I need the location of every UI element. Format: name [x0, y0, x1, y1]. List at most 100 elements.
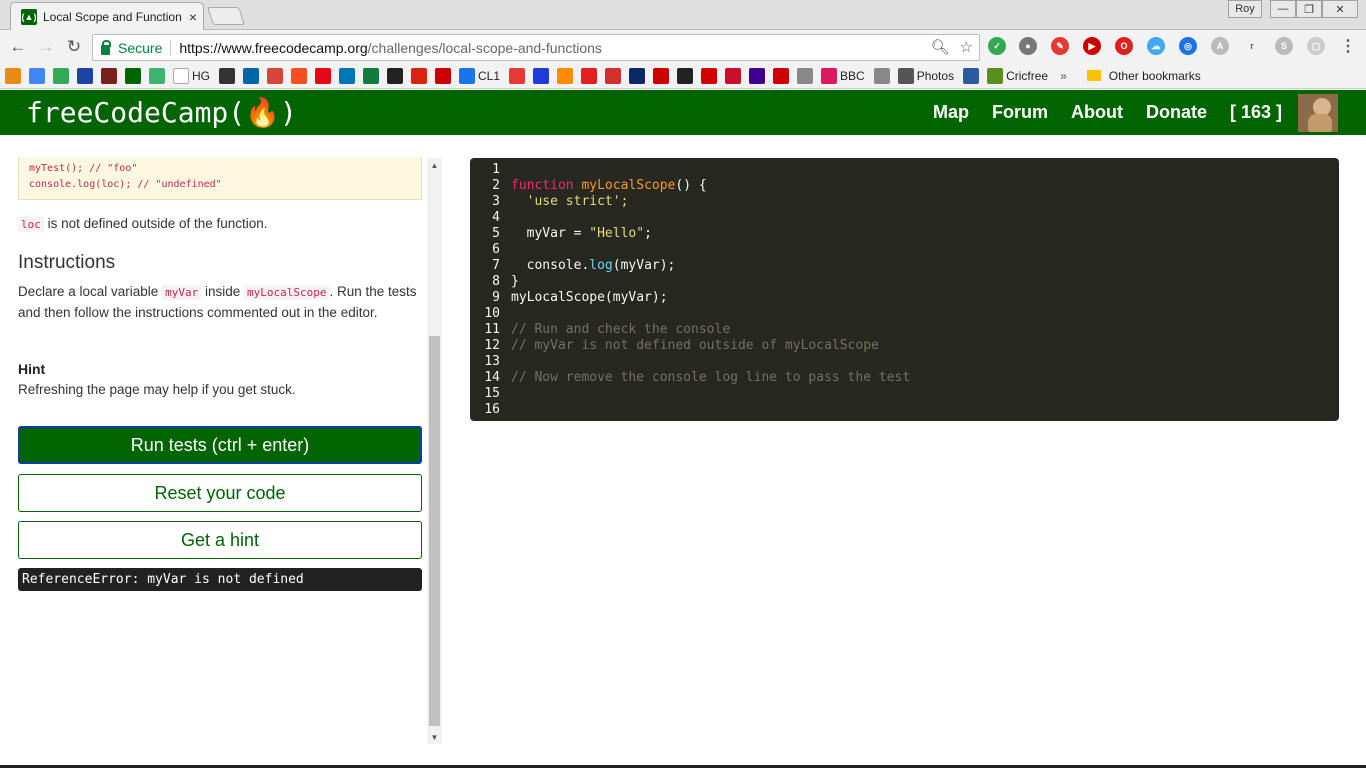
- fcc-logo[interactable]: freeCodeCamp(🔥): [26, 96, 297, 129]
- bookmarks-more-icon[interactable]: »: [1060, 69, 1067, 83]
- lock-icon: [101, 39, 111, 55]
- bookmark-item[interactable]: [339, 66, 358, 86]
- bookmark-item[interactable]: [509, 66, 528, 86]
- extension-shield-icon[interactable]: ✓: [988, 37, 1006, 55]
- bookmark-item[interactable]: CL1: [459, 66, 504, 86]
- bookmark-favicon-icon: [653, 67, 670, 84]
- back-arrow-icon[interactable]: ←: [5, 34, 31, 60]
- bookmark-item[interactable]: [435, 66, 454, 86]
- bookmark-star-icon[interactable]: ☆: [960, 38, 973, 56]
- new-tab-button[interactable]: [207, 7, 245, 25]
- bookmark-item[interactable]: [5, 66, 24, 86]
- extension-r-icon[interactable]: r: [1243, 37, 1261, 55]
- line-number: 4: [492, 210, 500, 225]
- bookmark-item[interactable]: Photos: [897, 66, 958, 86]
- bookmark-item[interactable]: [101, 66, 120, 86]
- bookmark-item[interactable]: [653, 66, 672, 86]
- extension-skype-icon[interactable]: S: [1275, 37, 1293, 55]
- get-hint-button[interactable]: Get a hint: [18, 521, 422, 559]
- bookmark-item[interactable]: [53, 66, 72, 86]
- line-number: 2: [492, 178, 500, 193]
- scroll-down-icon[interactable]: ▼: [427, 730, 442, 744]
- zoom-icon[interactable]: 🔍︎: [931, 38, 950, 56]
- bookmark-item[interactable]: [149, 66, 168, 86]
- profile-button[interactable]: Roy: [1228, 0, 1262, 18]
- bookmark-item[interactable]: HG: [173, 66, 214, 86]
- bookmark-favicon-icon: [701, 67, 718, 84]
- comment-token: // myVar is not defined outside of myLoc…: [511, 338, 879, 353]
- bookmark-item[interactable]: [29, 66, 48, 86]
- bookmark-item[interactable]: Cricfree: [987, 66, 1052, 86]
- bookmark-item[interactable]: [387, 66, 406, 86]
- menu-kebab-icon[interactable]: ⋮: [1339, 37, 1357, 55]
- line-number: 9: [492, 290, 500, 305]
- bookmark-item[interactable]: [219, 66, 238, 86]
- restore-button[interactable]: ❐: [1296, 0, 1322, 18]
- bookmark-item[interactable]: [125, 66, 144, 86]
- bookmark-item[interactable]: [267, 66, 286, 86]
- bookmark-item[interactable]: [873, 66, 893, 86]
- reset-code-button[interactable]: Reset your code: [18, 474, 422, 512]
- nav-forum[interactable]: Forum: [992, 102, 1048, 123]
- code-text: function myLocalScope() {: [504, 178, 707, 194]
- bookmark-item[interactable]: [243, 66, 262, 86]
- close-window-button[interactable]: ✕: [1322, 0, 1358, 18]
- bookmark-item[interactable]: BBC: [821, 66, 869, 86]
- bookmark-item[interactable]: [605, 66, 624, 86]
- run-tests-button[interactable]: Run tests (ctrl + enter): [18, 426, 422, 464]
- nav-about[interactable]: About: [1071, 102, 1123, 123]
- loc-code: loc: [18, 217, 44, 232]
- forward-arrow-icon[interactable]: →: [33, 34, 59, 60]
- bookmark-favicon-icon: [459, 67, 475, 84]
- bookmark-item[interactable]: [963, 66, 982, 86]
- extension-cloud-icon[interactable]: ☁: [1147, 37, 1165, 55]
- code-line: 6: [470, 242, 1339, 258]
- user-avatar[interactable]: [1298, 93, 1338, 132]
- extension-youtube-icon[interactable]: ▶: [1083, 37, 1101, 55]
- bookmark-item[interactable]: [315, 66, 334, 86]
- extension-bulb-icon[interactable]: ●: [1019, 37, 1037, 55]
- bookmark-item[interactable]: [557, 66, 576, 86]
- bookmark-item[interactable]: [363, 66, 382, 86]
- bookmark-item[interactable]: [701, 66, 720, 86]
- bookmark-item[interactable]: [725, 66, 744, 86]
- bookmark-favicon-icon: [53, 67, 69, 84]
- bookmark-item[interactable]: [411, 66, 430, 86]
- extension-pdf-icon[interactable]: A: [1211, 37, 1229, 55]
- nav-points[interactable]: [ 163 ]: [1230, 102, 1282, 123]
- code-line: 13: [470, 354, 1339, 370]
- bookmark-favicon-icon: [725, 67, 742, 84]
- bookmark-item[interactable]: [533, 66, 552, 86]
- bookmark-item[interactable]: [77, 66, 96, 86]
- bookmark-item[interactable]: [291, 66, 310, 86]
- comment-token: // Now remove the console log line to pa…: [511, 370, 911, 385]
- string-token: 'use strict';: [511, 194, 629, 209]
- extension-opera-icon[interactable]: O: [1115, 37, 1133, 55]
- browser-tab[interactable]: (▲) Local Scope and Function ×: [10, 2, 204, 30]
- tab-close-icon[interactable]: ×: [189, 9, 197, 25]
- left-panel-scrollbar[interactable]: ▲ ▼: [427, 158, 442, 744]
- address-bar[interactable]: Secure https://www.freecodecamp.org /cha…: [92, 34, 980, 61]
- bookmark-favicon-icon: [677, 67, 694, 84]
- bookmark-item[interactable]: [797, 66, 816, 86]
- code-editor[interactable]: 1 2 function myLocalScope() { 3 'use stri…: [470, 158, 1339, 421]
- nav-donate[interactable]: Donate: [1146, 102, 1207, 123]
- bookmark-item[interactable]: [749, 66, 768, 86]
- extension-pocket-icon[interactable]: ✎: [1051, 37, 1069, 55]
- scroll-up-icon[interactable]: ▲: [427, 158, 442, 172]
- bookmark-item[interactable]: [629, 66, 648, 86]
- nav-map[interactable]: Map: [933, 102, 969, 123]
- extension-chrome-icon[interactable]: ◎: [1179, 37, 1197, 55]
- code-line: 4: [470, 210, 1339, 226]
- secure-indicator[interactable]: Secure: [101, 39, 162, 56]
- scrollbar-thumb[interactable]: [429, 336, 440, 726]
- other-bookmarks[interactable]: Other bookmarks: [1086, 69, 1201, 83]
- extension-box-icon[interactable]: ▢: [1307, 37, 1325, 55]
- bookmark-item[interactable]: [773, 66, 792, 86]
- bookmark-item[interactable]: [677, 66, 696, 86]
- minimize-button[interactable]: —: [1270, 0, 1296, 18]
- reload-icon[interactable]: ↻: [61, 34, 87, 60]
- bookmark-item[interactable]: [581, 66, 600, 86]
